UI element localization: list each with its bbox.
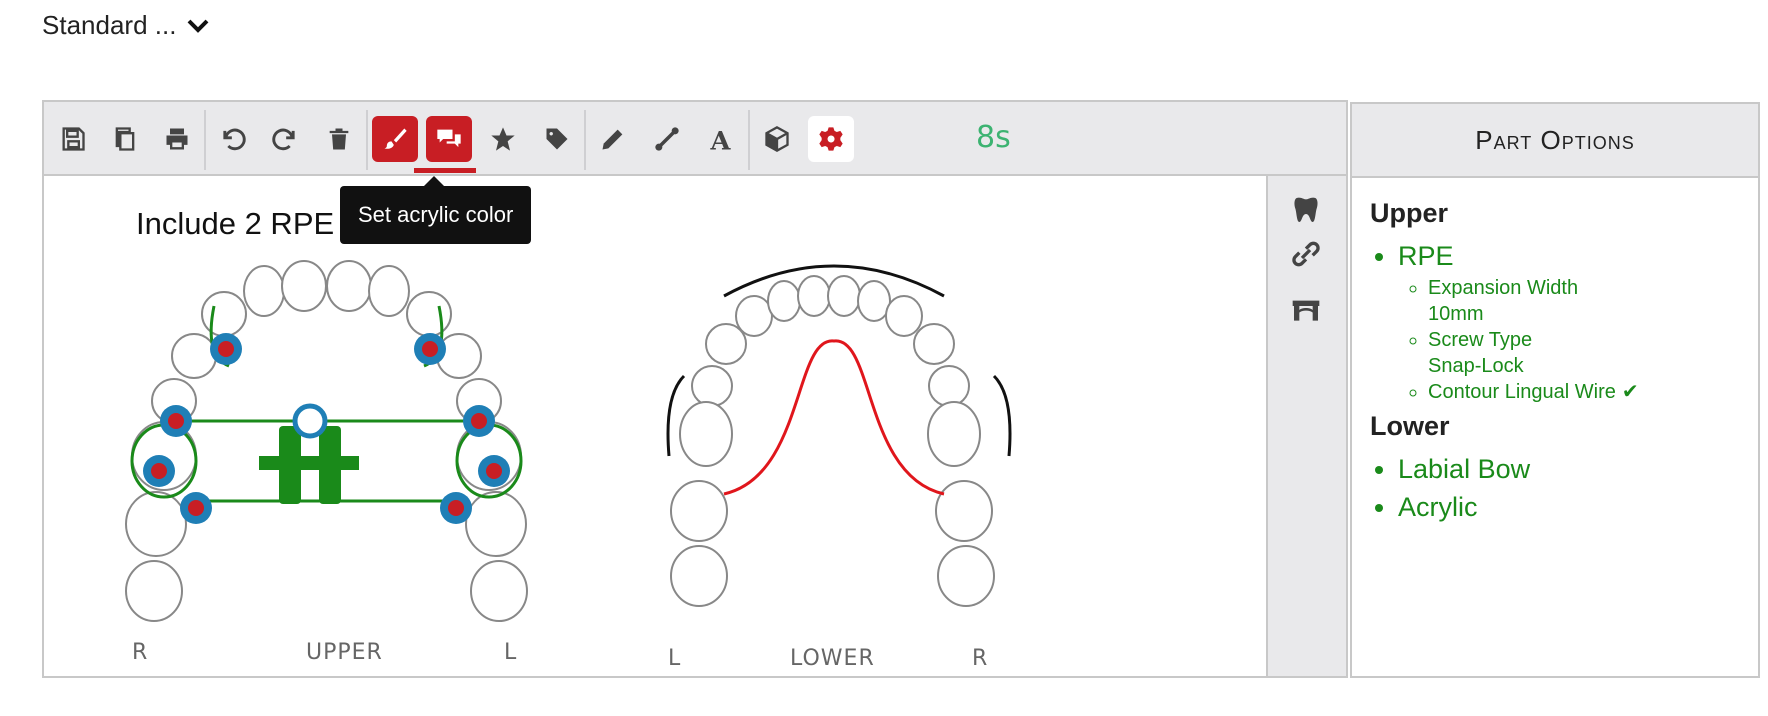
check-icon: ✔	[1621, 381, 1639, 403]
star-icon	[491, 127, 515, 151]
part-options-panel: Part Options Upper RPE Expansion Width10…	[1350, 102, 1760, 678]
save-icon	[62, 127, 85, 151]
tooth-tool-button[interactable]	[1286, 190, 1326, 230]
canvas-notice: Include 2 RPE	[136, 206, 335, 241]
bridge-icon	[1292, 300, 1320, 321]
pencil-button[interactable]	[590, 116, 636, 162]
side-toolbar	[1266, 176, 1346, 676]
option-contour-lingual-wire[interactable]: Contour Lingual Wire✔	[1428, 379, 1740, 405]
upper-group-title: Upper	[1370, 198, 1449, 228]
option-value: 10mm	[1428, 303, 1484, 325]
part-item-acrylic[interactable]: Acrylic	[1398, 488, 1740, 526]
lower-arch-label: LOWER	[790, 646, 875, 671]
tooltip: Set acrylic color	[340, 176, 532, 244]
dropdown-label: Standard ...	[42, 10, 177, 40]
link-tool-button[interactable]	[1286, 234, 1326, 274]
upper-left-side-label: L	[504, 640, 518, 665]
toolbar-separator	[366, 110, 368, 170]
option-expansion-width[interactable]: Expansion Width10mm	[1428, 275, 1740, 327]
curve-button[interactable]	[644, 116, 690, 162]
star-button[interactable]	[480, 116, 526, 162]
timer: 8s	[976, 120, 1011, 155]
option-screw-type[interactable]: Screw TypeSnap-Lock	[1428, 327, 1740, 379]
undo-icon	[223, 128, 246, 151]
gear-icon	[819, 127, 843, 151]
panel-title: Part Options	[1352, 104, 1758, 178]
chevron-down-icon	[188, 19, 209, 33]
redo-icon	[272, 128, 295, 151]
upper-arch-label: UPPER	[306, 640, 383, 665]
tag-icon	[546, 128, 568, 150]
pencil-icon	[602, 129, 623, 150]
lower-left-side-label: L	[668, 646, 682, 671]
toolbar-separator	[748, 110, 750, 170]
svg-text:A: A	[710, 127, 732, 154]
bridge-tool-button[interactable]	[1286, 290, 1326, 330]
tag-button[interactable]	[534, 116, 580, 162]
undo-button[interactable]	[210, 116, 256, 162]
tooth-icon	[1294, 197, 1318, 222]
cube-icon	[765, 125, 789, 153]
upper-right-side-label: R	[132, 640, 149, 665]
lower-right-side-label: R	[972, 646, 989, 671]
toolbar-separator	[584, 110, 586, 170]
part-label[interactable]: RPE	[1398, 241, 1454, 271]
bezier-icon	[655, 127, 679, 151]
lower-arch-drawing	[666, 264, 1012, 607]
part-item-rpe[interactable]: RPE Expansion Width10mm Screw TypeSnap-L…	[1398, 237, 1740, 405]
text-button[interactable]: A	[698, 116, 744, 162]
text-icon: A	[710, 127, 732, 154]
design-editor: A 8s Include 2 RPE R UPPER L L LOWER R S…	[42, 100, 1348, 678]
comments-button[interactable]	[426, 116, 472, 162]
settings-button[interactable]	[808, 116, 854, 162]
save-button[interactable]	[50, 116, 96, 162]
comments-icon	[437, 129, 461, 148]
3d-view-button[interactable]	[754, 116, 800, 162]
toolbar: A 8s	[44, 102, 1346, 176]
print-icon	[166, 128, 188, 150]
print-button[interactable]	[154, 116, 200, 162]
paint-brush-icon	[384, 128, 407, 149]
delete-button[interactable]	[316, 116, 362, 162]
trash-icon	[329, 128, 349, 150]
link-icon	[1292, 241, 1320, 267]
part-item-labial-bow[interactable]: Labial Bow	[1398, 450, 1740, 488]
lower-group-title: Lower	[1370, 411, 1450, 441]
acrylic-color-button[interactable]	[372, 116, 418, 162]
copy-icon	[115, 127, 135, 151]
standard-dropdown[interactable]: Standard ...	[42, 10, 210, 41]
option-value: Snap-Lock	[1428, 355, 1524, 377]
upper-arch-drawing	[125, 260, 528, 622]
active-tool-indicator	[414, 168, 476, 173]
drawing-canvas[interactable]: Include 2 RPE R UPPER L L LOWER R	[44, 176, 1266, 676]
copy-button[interactable]	[102, 116, 148, 162]
toolbar-separator	[204, 110, 206, 170]
redo-button[interactable]	[262, 116, 308, 162]
